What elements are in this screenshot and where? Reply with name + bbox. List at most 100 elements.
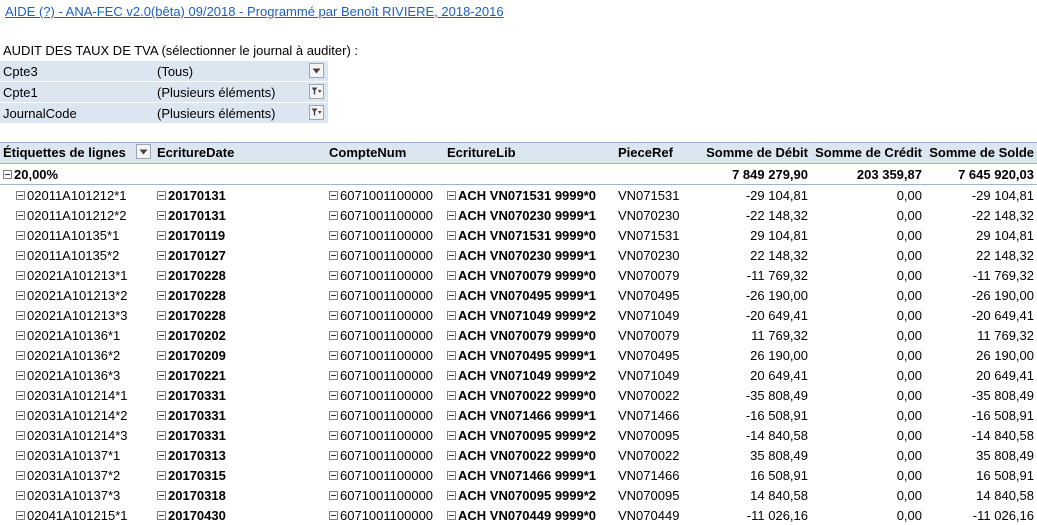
collapse-icon[interactable]	[157, 251, 166, 260]
collapse-icon[interactable]	[157, 191, 166, 200]
collapse-icon[interactable]	[16, 511, 25, 520]
compte-num[interactable]: 6071001100000	[329, 268, 433, 283]
collapse-icon[interactable]	[329, 451, 338, 460]
collapse-icon[interactable]	[16, 331, 25, 340]
collapse-icon[interactable]	[329, 411, 338, 420]
collapse-icon[interactable]	[157, 451, 166, 460]
row-label[interactable]: 02011A10135*2	[16, 248, 119, 263]
ecriture-date[interactable]: 20170331	[157, 388, 226, 403]
collapse-icon[interactable]	[157, 311, 166, 320]
collapse-icon[interactable]	[16, 371, 25, 380]
ecriture-lib[interactable]: ACH VN071049 9999*2	[447, 308, 596, 323]
compte-num[interactable]: 6071001100000	[329, 368, 433, 383]
collapse-icon[interactable]	[447, 411, 456, 420]
row-label[interactable]: 02031A10137*2	[16, 468, 120, 483]
ecriture-date[interactable]: 20170127	[157, 248, 226, 263]
collapse-icon[interactable]	[16, 311, 25, 320]
ecriture-date[interactable]: 20170228	[157, 268, 226, 283]
ecriture-date[interactable]: 20170131	[157, 208, 226, 223]
collapse-icon[interactable]	[16, 211, 25, 220]
collapse-icon[interactable]	[329, 231, 338, 240]
collapse-icon[interactable]	[447, 231, 456, 240]
collapse-icon[interactable]	[329, 271, 338, 280]
compte-num[interactable]: 6071001100000	[329, 308, 433, 323]
ecriture-date[interactable]: 20170331	[157, 428, 226, 443]
collapse-icon[interactable]	[329, 191, 338, 200]
collapse-icon[interactable]	[157, 471, 166, 480]
ecriture-lib[interactable]: ACH VN070230 9999*1	[447, 248, 596, 263]
ecriture-date[interactable]: 20170331	[157, 408, 226, 423]
compte-num[interactable]: 6071001100000	[329, 488, 433, 503]
collapse-icon[interactable]	[16, 451, 25, 460]
row-label[interactable]: 02011A101212*2	[16, 208, 127, 223]
collapse-icon[interactable]	[447, 451, 456, 460]
collapse-icon[interactable]	[329, 371, 338, 380]
ecriture-date[interactable]: 20170228	[157, 308, 226, 323]
row-label[interactable]: 02021A10136*1	[16, 328, 120, 343]
collapse-icon[interactable]	[447, 331, 456, 340]
compte-num[interactable]: 6071001100000	[329, 248, 433, 263]
collapse-icon[interactable]	[16, 491, 25, 500]
ecriture-lib[interactable]: ACH VN070495 9999*1	[447, 288, 596, 303]
row-label[interactable]: 02021A10136*2	[16, 348, 120, 363]
collapse-icon[interactable]	[447, 391, 456, 400]
collapse-icon[interactable]	[329, 391, 338, 400]
ecriture-lib[interactable]: ACH VN071531 9999*0	[447, 188, 596, 203]
group-label[interactable]: 20,00%	[3, 167, 58, 182]
row-label[interactable]: 02031A10137*1	[16, 448, 120, 463]
compte-num[interactable]: 6071001100000	[329, 228, 433, 243]
filter-funnel-icon[interactable]	[309, 105, 324, 120]
collapse-icon[interactable]	[157, 511, 166, 520]
ecriture-date[interactable]: 20170202	[157, 328, 226, 343]
collapse-icon[interactable]	[157, 371, 166, 380]
ecriture-lib[interactable]: ACH VN071531 9999*0	[447, 228, 596, 243]
ecriture-lib[interactable]: ACH VN071049 9999*2	[447, 368, 596, 383]
filter-funnel-icon[interactable]	[309, 84, 324, 99]
collapse-icon[interactable]	[447, 211, 456, 220]
compte-num[interactable]: 6071001100000	[329, 448, 433, 463]
compte-num[interactable]: 6071001100000	[329, 468, 433, 483]
collapse-icon[interactable]	[329, 511, 338, 520]
compte-num[interactable]: 6071001100000	[329, 208, 433, 223]
row-label[interactable]: 02021A10136*3	[16, 368, 120, 383]
row-label[interactable]: 02011A10135*1	[16, 228, 119, 243]
collapse-icon[interactable]	[447, 511, 456, 520]
collapse-icon[interactable]	[16, 431, 25, 440]
collapse-icon[interactable]	[447, 311, 456, 320]
collapse-icon[interactable]	[329, 251, 338, 260]
compte-num[interactable]: 6071001100000	[329, 388, 433, 403]
ecriture-date[interactable]: 20170209	[157, 348, 226, 363]
collapse-icon[interactable]	[16, 411, 25, 420]
collapse-icon[interactable]	[157, 231, 166, 240]
collapse-icon[interactable]	[329, 491, 338, 500]
compte-num[interactable]: 6071001100000	[329, 328, 433, 343]
collapse-icon[interactable]	[157, 431, 166, 440]
row-labels-dropdown-icon[interactable]	[136, 144, 151, 159]
ecriture-date[interactable]: 20170318	[157, 488, 226, 503]
compte-num[interactable]: 6071001100000	[329, 288, 433, 303]
ecriture-lib[interactable]: ACH VN070022 9999*0	[447, 448, 596, 463]
collapse-icon[interactable]	[447, 191, 456, 200]
collapse-icon[interactable]	[447, 471, 456, 480]
collapse-icon[interactable]	[157, 351, 166, 360]
ecriture-date[interactable]: 20170228	[157, 288, 226, 303]
ecriture-lib[interactable]: ACH VN070079 9999*0	[447, 328, 596, 343]
ecriture-date[interactable]: 20170315	[157, 468, 226, 483]
compte-num[interactable]: 6071001100000	[329, 428, 433, 443]
collapse-icon[interactable]	[329, 311, 338, 320]
row-label[interactable]: 02031A101214*1	[16, 388, 128, 403]
row-label[interactable]: 02021A101213*2	[16, 288, 128, 303]
ecriture-lib[interactable]: ACH VN071466 9999*1	[447, 468, 596, 483]
row-label[interactable]: 02021A101213*1	[16, 268, 128, 283]
collapse-icon[interactable]	[447, 291, 456, 300]
collapse-icon[interactable]	[329, 291, 338, 300]
collapse-icon[interactable]	[447, 491, 456, 500]
collapse-icon[interactable]	[16, 351, 25, 360]
compte-num[interactable]: 6071001100000	[329, 408, 433, 423]
ecriture-date[interactable]: 20170119	[157, 228, 225, 243]
collapse-icon[interactable]	[447, 271, 456, 280]
collapse-icon[interactable]	[447, 431, 456, 440]
collapse-icon[interactable]	[157, 271, 166, 280]
collapse-icon[interactable]	[447, 371, 456, 380]
collapse-icon[interactable]	[447, 351, 456, 360]
